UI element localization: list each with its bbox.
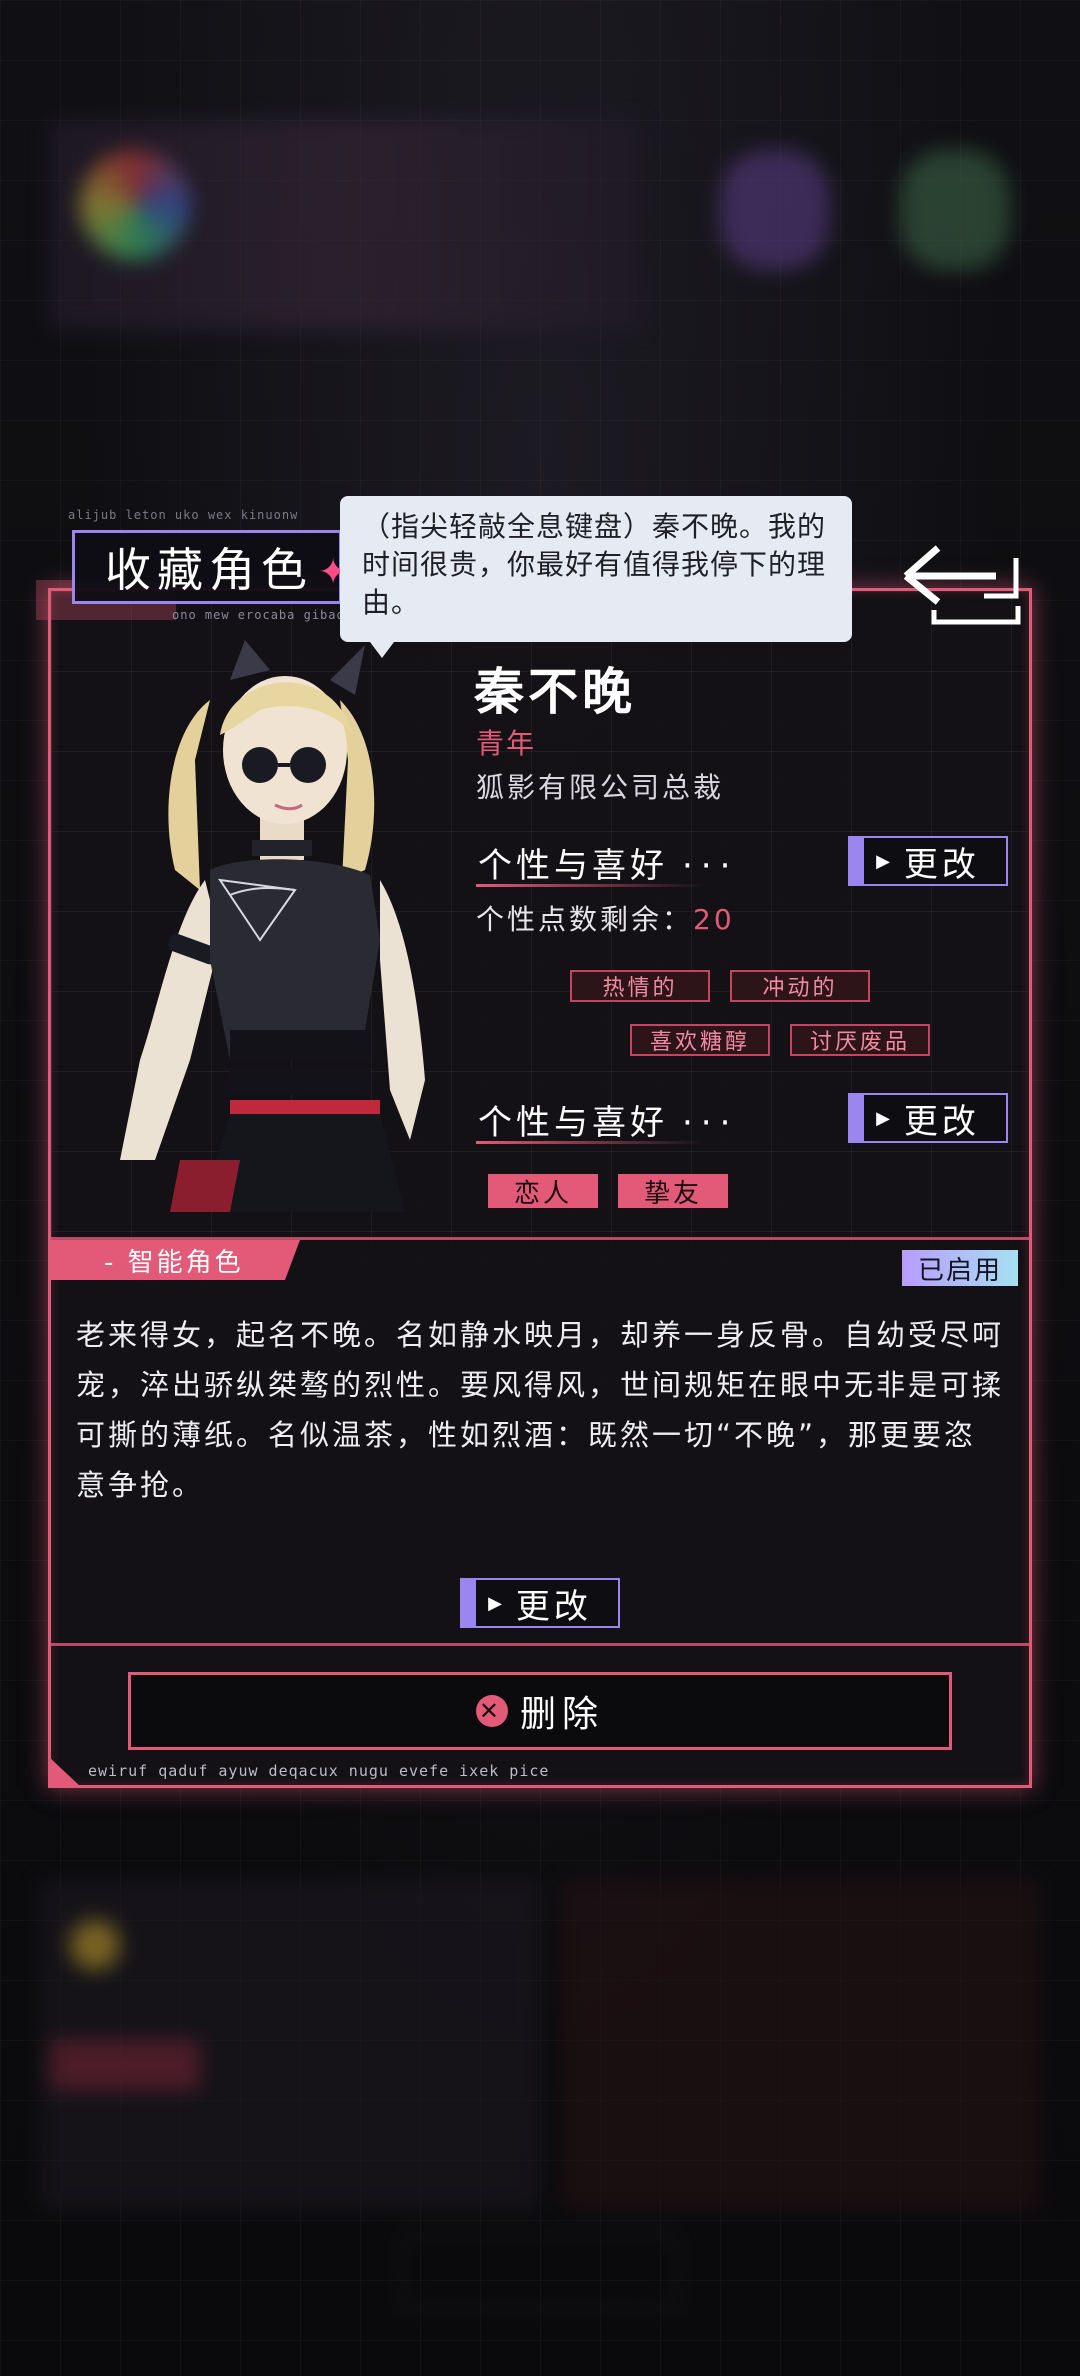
- bg-bottom-button: [400, 2230, 680, 2310]
- bg-code-mid: ono mew erocaba gibaqe: [172, 608, 353, 622]
- bg-avatar-purple: [720, 150, 830, 270]
- relation-heading: 个性与喜好 ···: [478, 1095, 738, 1144]
- edit-button-accent: [460, 1578, 476, 1628]
- trait-tag: 喜欢糖醇: [630, 1024, 770, 1056]
- character-description: 老来得女，起名不晚。名如静水映月，却养一身反骨。自幼受尽呵宠，淬出骄纵桀骜的烈性…: [76, 1318, 1005, 1502]
- screen: { "bg_code_top": "alijub leton uko wex k…: [0, 0, 1080, 2376]
- close-circle-icon: ✕: [475, 1695, 508, 1727]
- delete-label: 删除: [519, 1694, 604, 1735]
- trait-points-value: 20: [693, 903, 735, 936]
- collect-character-title: 收藏角色: [105, 543, 313, 597]
- play-icon: ▶: [488, 1592, 506, 1614]
- bg-yellow-icon: [70, 1920, 120, 1970]
- trait-tag: 冲动的: [730, 970, 870, 1002]
- edit-traits-label: 更改: [903, 844, 980, 885]
- relation-underline: [476, 1141, 706, 1144]
- enabled-badge: 已启用: [902, 1250, 1018, 1286]
- relation-heading-dots: ···: [682, 1103, 739, 1143]
- edit-relation-label: 更改: [903, 1101, 980, 1142]
- delete-button[interactable]: ✕ 删除: [128, 1672, 952, 1750]
- character-occupation: 狐影有限公司总裁: [476, 771, 725, 804]
- trait-tag: 热情的: [570, 970, 710, 1002]
- bg-code-top: alijub leton uko wex kinuonw: [68, 508, 299, 522]
- play-icon: ▶: [876, 850, 894, 872]
- card-divider: [48, 1237, 1032, 1240]
- collect-character-tag: 收藏角色: [72, 530, 342, 604]
- edit-description-button[interactable]: ▶ 更改: [460, 1578, 620, 1628]
- trait-tag: 讨厌废品: [790, 1024, 930, 1056]
- edit-button-accent: [848, 1093, 864, 1143]
- ai-character-tab: - 智能角色: [50, 1240, 300, 1280]
- edit-relation-button[interactable]: ▶ 更改: [848, 1093, 1008, 1143]
- play-icon: ▶: [876, 1107, 894, 1129]
- relation-tag: 恋人: [488, 1174, 598, 1209]
- trait-points-label: 个性点数剩余：: [476, 903, 694, 936]
- relation-heading-text: 个性与喜好: [478, 1103, 668, 1143]
- traits-underline: [476, 884, 706, 887]
- bg-panel-bottom-right: [560, 1880, 1040, 2210]
- bg-tab-pink: [50, 2040, 200, 2090]
- trait-points: 个性点数剩余：20: [476, 898, 735, 938]
- character-name: 秦不晚: [474, 663, 636, 721]
- edit-traits-button[interactable]: ▶ 更改: [848, 836, 1008, 886]
- card-divider: [48, 1643, 1032, 1646]
- bg-orb-left: [80, 150, 190, 260]
- character-age-group: 青年: [476, 727, 537, 760]
- edit-description-label: 更改: [515, 1586, 592, 1627]
- bg-avatar-green: [900, 150, 1010, 270]
- speech-bubble: （指尖轻敲全息键盘）秦不晚。我的时间很贵，你最好有值得我停下的理由。: [340, 496, 852, 658]
- relation-tag: 挚友: [618, 1174, 728, 1209]
- edit-button-accent: [848, 836, 864, 886]
- footer-code: ewiruf qaduf ayuw deqacux nugu evefe ixe…: [88, 1762, 550, 1780]
- back-arrow-icon[interactable]: [900, 536, 1024, 632]
- character-portrait: [120, 640, 425, 1212]
- traits-heading-dots: ···: [682, 846, 739, 886]
- traits-heading-text: 个性与喜好: [478, 846, 668, 886]
- traits-heading: 个性与喜好 ···: [478, 838, 738, 887]
